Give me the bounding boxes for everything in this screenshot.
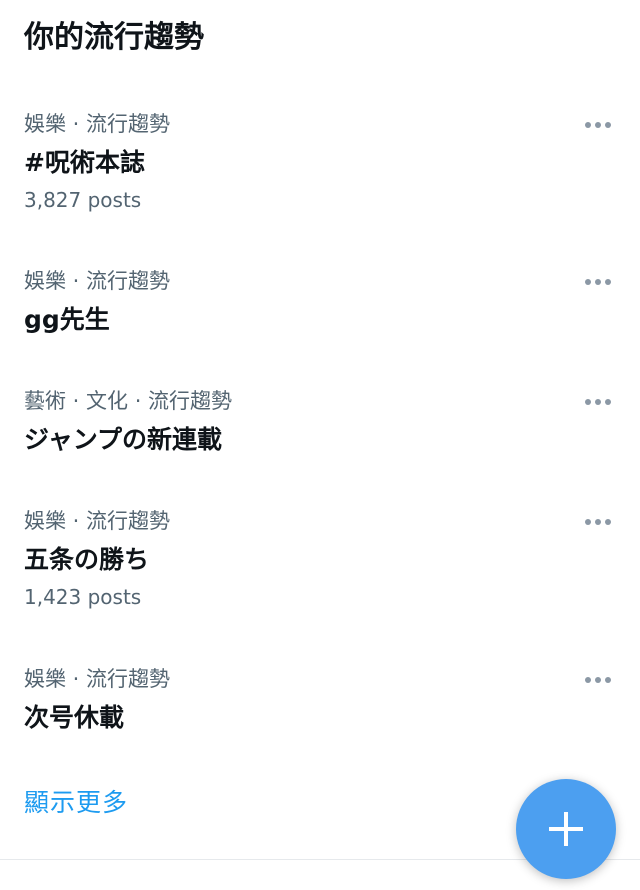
trend-post-count: 3,827 posts [24, 188, 142, 212]
trend-name: #呪術本誌 [24, 148, 145, 177]
trend-item[interactable]: 娛樂 · 流行趨勢 次号休載 [0, 665, 640, 735]
trend-category: 娛樂 · 流行趨勢 [24, 667, 171, 691]
plus-icon [549, 812, 583, 846]
more-horizontal-icon[interactable] [576, 114, 620, 136]
trend-category: 娛樂 · 流行趨勢 [24, 509, 171, 533]
trend-post-count: 1,423 posts [24, 585, 142, 609]
trend-name: 次号休載 [24, 703, 125, 732]
trend-item[interactable]: 藝術 · 文化 · 流行趨勢 ジャンプの新連載 [0, 387, 640, 457]
page-title: 你的流行趨勢 [24, 20, 204, 55]
more-horizontal-icon[interactable] [576, 669, 620, 691]
trend-category: 娛樂 · 流行趨勢 [24, 112, 171, 136]
trend-category: 藝術 · 文化 · 流行趨勢 [24, 389, 233, 413]
trend-item[interactable]: 娛樂 · 流行趨勢 gg先生 [0, 267, 640, 337]
trend-item[interactable]: 娛樂 · 流行趨勢 #呪術本誌 3,827 posts [0, 110, 640, 212]
more-horizontal-icon[interactable] [576, 391, 620, 413]
trend-item[interactable]: 娛樂 · 流行趨勢 五条の勝ち 1,423 posts [0, 507, 640, 609]
more-horizontal-icon[interactable] [576, 511, 620, 533]
trend-name: gg先生 [24, 305, 110, 334]
compose-button[interactable] [516, 779, 616, 879]
trend-name: ジャンプの新連載 [24, 425, 223, 454]
show-more-link[interactable]: 顯示更多 [24, 786, 128, 820]
trends-panel: 你的流行趨勢 娛樂 · 流行趨勢 #呪術本誌 3,827 posts 娛樂 · … [0, 0, 640, 890]
more-horizontal-icon[interactable] [576, 271, 620, 293]
trend-category: 娛樂 · 流行趨勢 [24, 269, 171, 293]
trend-name: 五条の勝ち [24, 545, 150, 574]
